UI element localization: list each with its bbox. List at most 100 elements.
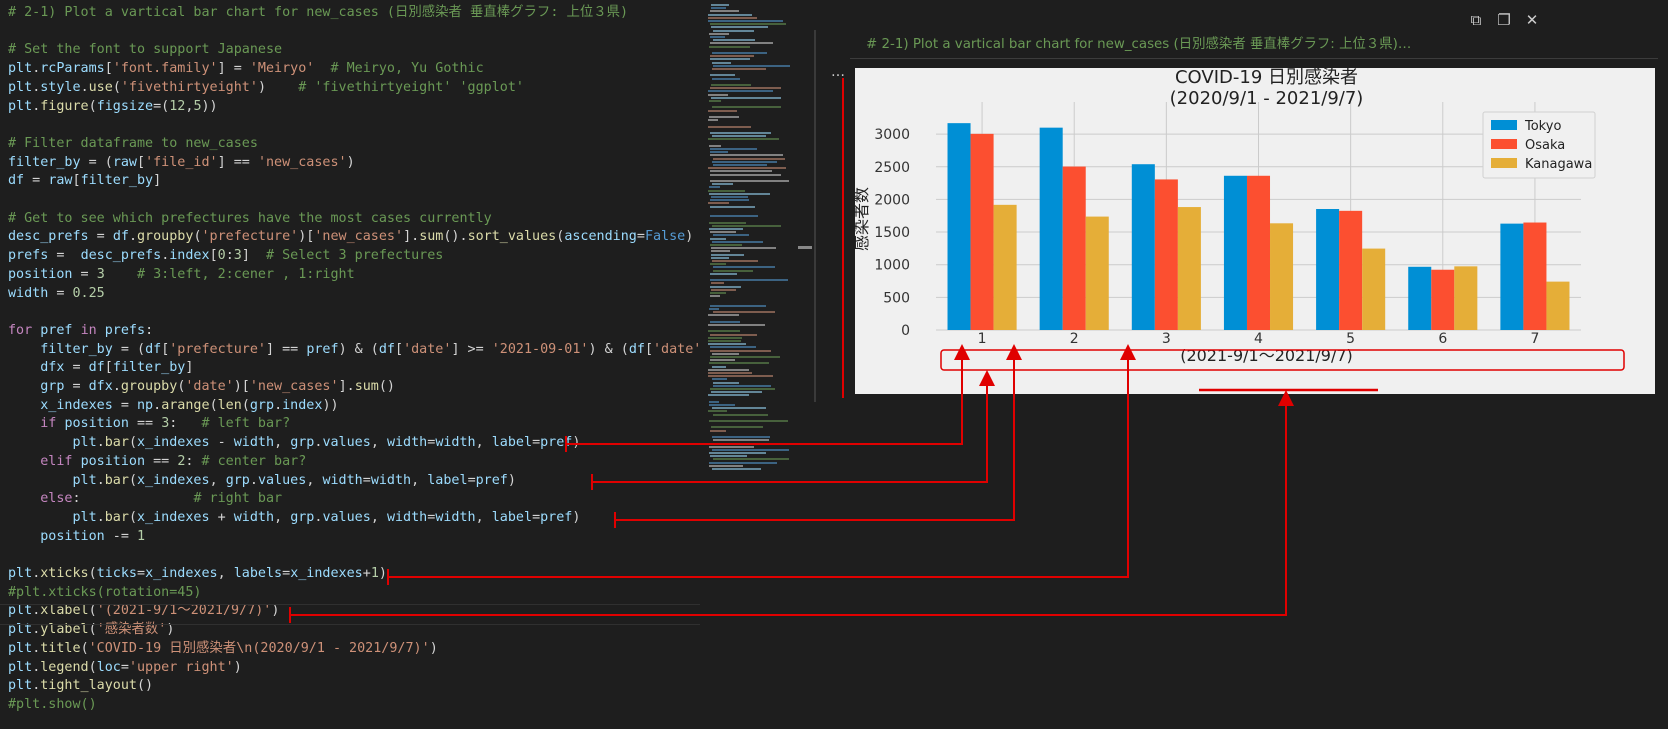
x-tick-label: 2 [1070,331,1079,347]
code-line[interactable]: plt.figure(figsize=(12,5)) [8,97,218,116]
close-icon[interactable]: ✕ [1520,8,1544,32]
more-actions-icon[interactable]: … [831,64,845,80]
minimap-line [710,151,728,154]
code-line[interactable]: position -= 1 [8,527,145,546]
minimap-line [713,439,769,442]
code-token: df [112,229,129,245]
code-line[interactable]: width = 0.25 [8,284,105,303]
code-line[interactable]: # Filter dataframe to new_cases [8,134,258,153]
minimap-scroll-marker[interactable] [798,246,812,249]
code-token: if [40,416,57,432]
open-in-editor-icon[interactable]: ❐ [1492,8,1516,32]
code-token: ( [128,472,137,488]
code-token: ) [429,640,438,656]
code-token: # Select 3 prefectures [266,248,444,264]
code-line[interactable]: plt.bar(x_indexes, grp.values, width=wid… [8,471,516,490]
code-line[interactable]: plt.style.use('fivethirtyeight') # 'five… [8,78,524,97]
code-token: 1 [370,566,379,581]
code-line[interactable]: plt.rcParams['font.family'] = 'Meiryo' #… [8,59,484,78]
code-line[interactable]: plt.title('COVID-19 日別感染者\n(2020/9/1 - 2… [8,639,438,658]
minimap-line [710,244,742,246]
minimap-line [710,429,726,432]
code-token: = [88,229,113,245]
minimap-line [710,205,755,208]
code-line[interactable]: if position == 3: # left bar? [8,414,290,433]
code-token: prefs [104,322,146,338]
minimap-line [712,260,758,262]
code-line[interactable]: df = raw[filter_by] [8,171,161,190]
code-line[interactable]: grp = dfx.groupby('date')['new_cases'].s… [8,377,395,396]
code-token: values [322,435,371,451]
code-line[interactable]: plt.xticks(ticks=x_indexes, labels=x_ind… [8,564,387,583]
code-token: prefs [8,248,49,264]
code-token: = [48,285,73,301]
code-token: #plt.show() [8,696,97,712]
code-token: 'date' [653,341,700,357]
code-line[interactable]: #plt.xticks(rotation=45) [8,583,201,602]
code-token: width [8,285,49,301]
code-line[interactable]: #plt.show() [8,695,97,714]
minimap-line [713,384,771,387]
code-token: figure [40,98,89,114]
minimap[interactable] [700,0,800,729]
code-line[interactable]: for pref in prefs: [8,321,153,340]
code-token: == [145,453,178,469]
code-token: pref [40,322,73,338]
minimap-line [708,90,773,93]
minimap-line [710,304,766,307]
code-token: width [386,435,428,451]
code-token: label [491,435,533,451]
code-token: legend [40,659,89,675]
code-token: groupby [137,229,194,245]
code-token: filter_by [80,173,154,189]
code-token: # 'fivethirtyeight' 'ggplot' [298,79,524,95]
code-line[interactable]: prefs = desc_prefs.index[0:3] # Select 3… [8,246,443,265]
code-token: pref [540,509,573,525]
code-token: bar [104,435,129,451]
code-token: [ [395,341,404,357]
code-line[interactable]: position = 3 # 3:left, 2:cener , 1:right [8,265,355,284]
code-line[interactable]: desc_prefs = df.groupby('prefecture')['n… [8,227,693,246]
code-line[interactable]: # Get to see which prefectures have the … [8,209,492,228]
code-token: 'prefecture' [169,341,266,357]
minimap-line [713,164,767,166]
code-line[interactable]: dfx = df[filter_by] [8,358,193,377]
minimap-line [708,109,737,112]
minimap-line [710,333,757,336]
code-line[interactable]: else: # right bar [8,489,282,508]
code-token: # Set the font to support Japanese [8,42,283,58]
code-token: [ [104,360,113,376]
code-line[interactable]: plt.tight_layout() [8,676,153,695]
code-line[interactable]: # 2-1) Plot a vartical bar chart for new… [8,3,628,22]
minimap-line [708,410,727,413]
bar-osaka [1246,175,1271,330]
code-line[interactable]: filter_by = (raw['file_id'] == 'new_case… [8,153,355,172]
minimap-line [713,266,775,269]
code-line[interactable]: plt.bar(x_indexes - width, grp.values, w… [8,433,581,452]
editor-scrollbar[interactable] [814,30,816,402]
minimap-line [713,234,749,237]
code-line[interactable]: plt.bar(x_indexes + width, grp.values, w… [8,508,581,527]
minimap-line [712,407,766,410]
code-token: ticks [96,566,137,581]
code-token: ) [233,659,242,675]
panel-divider [850,58,1658,59]
code-token: x_indexes [40,397,113,413]
minimap-line [709,45,750,48]
code-token: 'COVID-19 日別感染者\n(2020/9/1 - 2021/9/7)' [88,640,430,656]
code-line[interactable]: plt.legend(loc='upper right') [8,658,242,677]
code-line[interactable]: elif position == 2: # center bar? [8,452,306,471]
code-line[interactable]: x_indexes = np.arange(len(grp.index)) [8,396,338,415]
code-token: , [274,435,291,451]
code-token: ( [88,566,97,581]
minimap-line [708,119,718,122]
bar-osaka [1523,222,1547,330]
code-token: : [185,453,202,469]
copy-icon[interactable]: ⧉ [1464,8,1488,32]
code-line[interactable]: # Set the font to support Japanese [8,40,282,59]
code-line[interactable]: filter_by = (df['prefecture'] == pref) &… [8,340,700,359]
code-token: . [96,472,105,488]
code-token: ( [128,509,137,525]
